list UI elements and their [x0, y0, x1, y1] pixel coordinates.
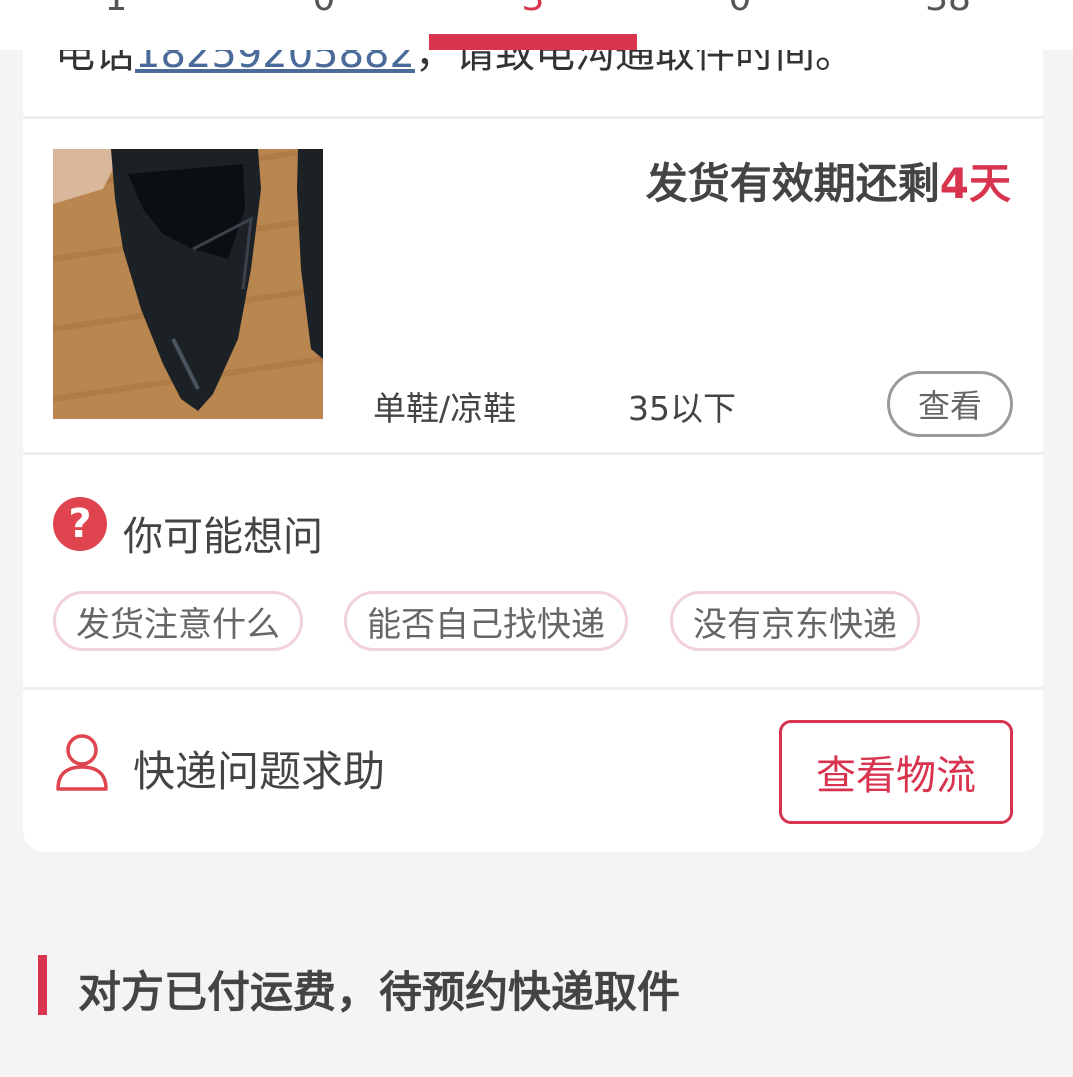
tab-count[interactable]: 0 — [636, 0, 844, 19]
view-button[interactable]: 查看 — [887, 371, 1013, 437]
order-card: 电话18259205882，请致电沟通取件时间。 发货有效期还剩4天 单鞋/凉鞋… — [23, 0, 1043, 852]
shipping-deadline: 发货有效期还剩4天 — [646, 150, 1011, 211]
section-accent-bar — [38, 955, 47, 1015]
product-size: 35以下 — [628, 389, 736, 428]
deadline-days: 4天 — [939, 159, 1011, 208]
deadline-prefix: 发货有效期还剩 — [645, 159, 940, 208]
active-tab-indicator — [429, 34, 637, 50]
tab-count[interactable]: 0 — [220, 0, 428, 19]
product-category: 单鞋/凉鞋 — [373, 389, 517, 428]
user-icon — [56, 734, 108, 791]
shoe-photo — [53, 149, 323, 419]
divider — [23, 452, 1043, 455]
section-title: 对方已付运费，待预约快递取件 — [78, 968, 680, 1018]
faq-chip-own-courier[interactable]: 能否自己找快递 — [344, 591, 628, 651]
faq-chip-shipping-notes[interactable]: 发货注意什么 — [53, 591, 303, 651]
status-tabs: 1 0 3 0 38 — [0, 0, 1073, 50]
faq-title: 你可能想问 — [123, 514, 323, 560]
tab-count[interactable]: 1 — [12, 0, 220, 19]
faq-chip-no-jd-express[interactable]: 没有京东快递 — [670, 591, 920, 651]
page: 电话18259205882，请致电沟通取件时间。 发货有效期还剩4天 单鞋/凉鞋… — [0, 0, 1073, 1077]
tab-count[interactable]: 38 — [844, 0, 1052, 19]
divider — [23, 116, 1043, 119]
divider — [23, 687, 1043, 690]
tab-count-active[interactable]: 3 — [429, 0, 637, 19]
courier-help-label[interactable]: 快递问题求助 — [133, 738, 385, 799]
product-image[interactable] — [53, 149, 323, 419]
question-icon: ? — [53, 497, 107, 551]
view-logistics-button[interactable]: 查看物流 — [779, 720, 1013, 824]
